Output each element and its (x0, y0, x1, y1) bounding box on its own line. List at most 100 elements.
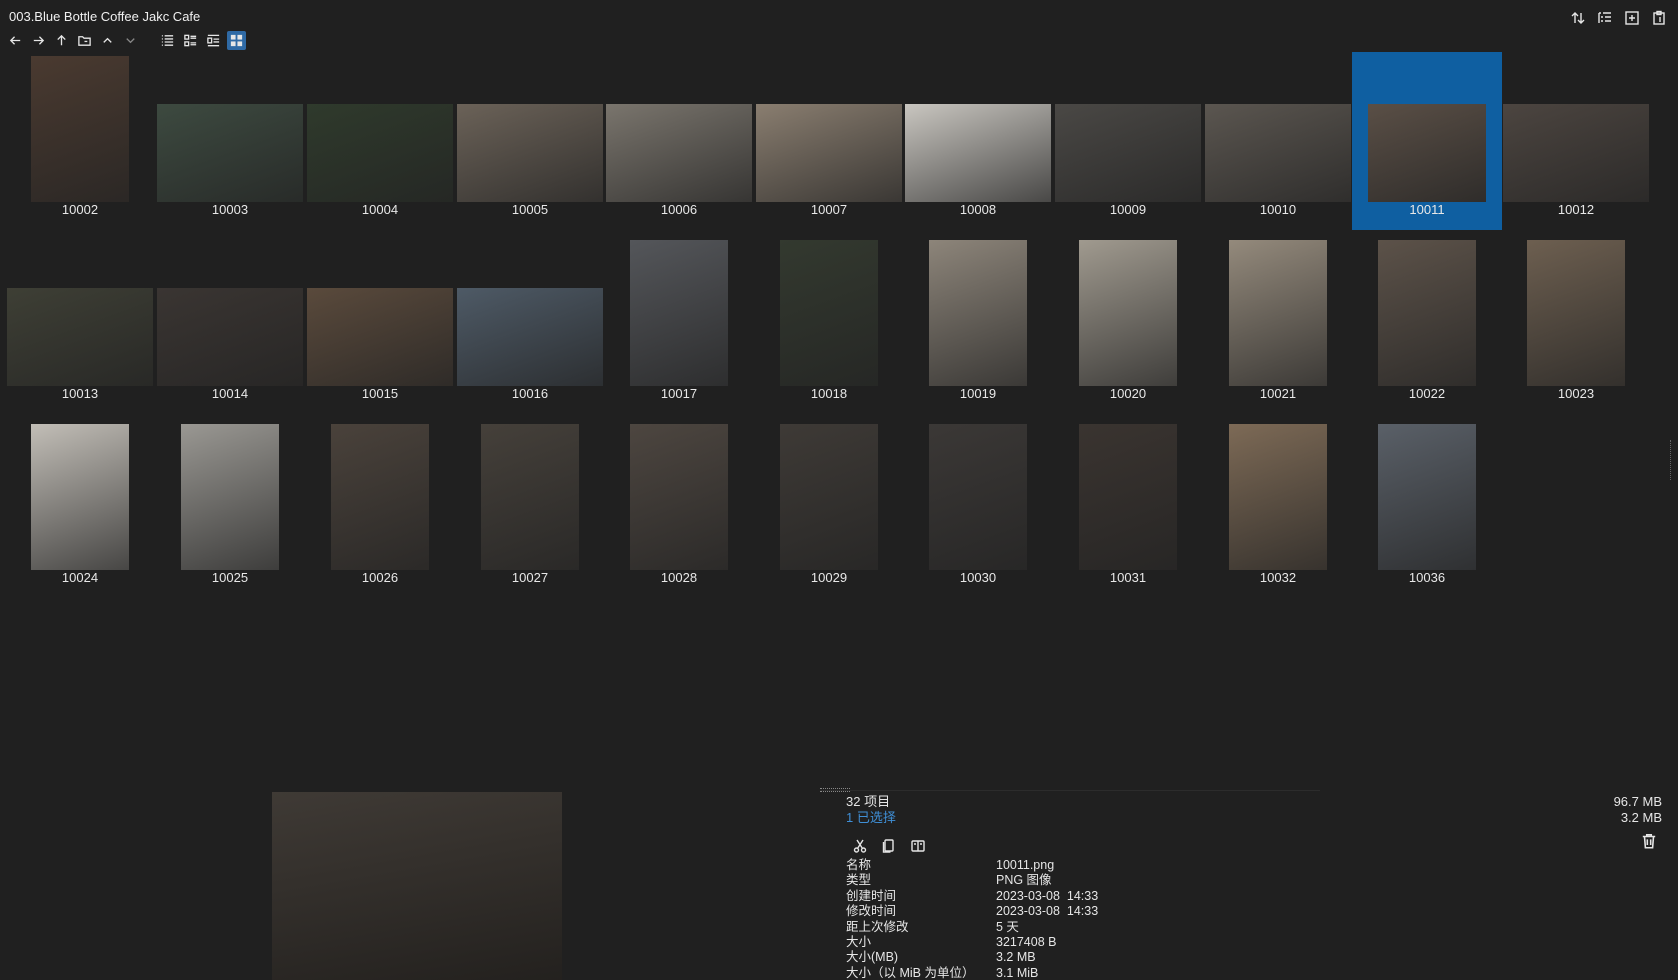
file-thumbnail[interactable]: 10025 (155, 420, 305, 598)
file-name: 10017 (660, 386, 698, 401)
file-thumbnail[interactable]: 10027 (455, 420, 605, 598)
details-view-icon[interactable] (158, 31, 177, 50)
file-name: 10014 (211, 386, 249, 401)
total-size: 96.7 MB (1613, 794, 1662, 809)
file-thumbnail[interactable]: 10031 (1053, 420, 1203, 598)
thumbnail-image (1079, 240, 1177, 386)
top-right-tools (1568, 8, 1668, 27)
navigation-toolbar (6, 30, 246, 50)
file-thumbnail[interactable]: 10002 (5, 52, 155, 230)
file-thumbnail[interactable]: 10020 (1053, 236, 1203, 414)
property-value: 3.1 MiB (996, 965, 1039, 980)
file-thumbnail[interactable]: 10028 (604, 420, 754, 598)
file-thumbnail[interactable]: 10005 (455, 52, 605, 230)
file-thumbnail[interactable]: 10024 (5, 420, 155, 598)
file-name: 10032 (1259, 570, 1297, 585)
file-thumbnail[interactable]: 10023 (1501, 236, 1651, 414)
file-name: 10010 (1259, 202, 1297, 217)
file-name: 10009 (1109, 202, 1147, 217)
chevron-up-icon[interactable] (98, 31, 117, 50)
sort-icon[interactable] (1568, 8, 1587, 27)
file-thumbnail[interactable]: 10012 (1501, 52, 1651, 230)
property-key: 大小(MB) (846, 950, 899, 965)
property-value: 10011.png (996, 858, 1055, 872)
file-thumbnail[interactable]: 10036 (1352, 420, 1502, 598)
file-name: 10026 (361, 570, 399, 585)
up-arrow-icon[interactable] (52, 31, 71, 50)
folder-icon[interactable] (75, 31, 94, 50)
list-icon[interactable] (1595, 8, 1614, 27)
file-thumbnail[interactable]: 10010 (1203, 52, 1353, 230)
property-value: 5 天 (996, 919, 1019, 934)
tiles-view-icon[interactable] (204, 31, 223, 50)
trash-icon[interactable] (1640, 832, 1658, 853)
list-view-icon[interactable] (181, 31, 200, 50)
thumbnail-image (31, 424, 129, 570)
file-thumbnail[interactable]: 10032 (1203, 420, 1353, 598)
copy-icon[interactable] (879, 836, 898, 855)
file-thumbnail[interactable]: 10015 (305, 236, 455, 414)
thumbnail-image (1503, 104, 1649, 202)
file-name: 10011 (1409, 202, 1445, 217)
resize-grip[interactable] (820, 788, 850, 792)
thumbnail-image (929, 240, 1027, 386)
file-name: 10005 (511, 202, 549, 217)
thumbnail-image (780, 424, 878, 570)
chevron-down-icon[interactable] (121, 31, 140, 50)
thumbnail-image (630, 240, 728, 386)
file-thumbnail[interactable]: 10029 (754, 420, 904, 598)
file-thumbnail[interactable]: 10013 (5, 236, 155, 414)
file-thumbnail[interactable]: 10017 (604, 236, 754, 414)
file-thumbnail[interactable]: 10016 (455, 236, 605, 414)
file-name: 10028 (660, 570, 698, 585)
file-thumbnail[interactable]: 10018 (754, 236, 904, 414)
file-thumbnail[interactable]: 10022 (1352, 236, 1502, 414)
cut-icon[interactable] (850, 836, 869, 855)
file-thumbnail[interactable]: 10026 (305, 420, 455, 598)
thumbnail-image (457, 288, 603, 386)
paste-icon[interactable] (908, 836, 927, 855)
clipboard-icon[interactable] (1649, 8, 1668, 27)
thumbnail-image (307, 104, 453, 202)
file-thumbnail[interactable]: 10030 (903, 420, 1053, 598)
file-thumbnail[interactable]: 10014 (155, 236, 305, 414)
back-arrow-icon[interactable] (6, 31, 25, 50)
divider (820, 790, 1320, 791)
thumbnail-image (157, 104, 303, 202)
file-name: 10019 (959, 386, 997, 401)
property-row: 修改时间 2023-03-08 14:33 (846, 904, 1098, 919)
property-key: 类型 (846, 873, 872, 888)
property-row: 名称 10011.png (846, 858, 1098, 873)
property-key: 大小 (846, 935, 872, 950)
file-name: 10003 (211, 202, 249, 217)
property-key: 修改时间 (846, 904, 897, 919)
side-panel-handle[interactable] (1670, 440, 1676, 480)
thumbnail-image (756, 104, 902, 202)
file-thumbnail[interactable]: 10007 (754, 52, 904, 230)
file-thumbnail[interactable]: 10003 (155, 52, 305, 230)
property-value: 2023-03-08 14:33 (996, 888, 1099, 903)
file-name: 10018 (810, 386, 848, 401)
property-value: 2023-03-08 14:33 (996, 904, 1099, 919)
file-thumbnail[interactable]: 10009 (1053, 52, 1203, 230)
thumbnail-image (181, 424, 279, 570)
thumbnail-image (1205, 104, 1351, 202)
forward-arrow-icon[interactable] (29, 31, 48, 50)
grid-view-icon[interactable] (227, 30, 246, 50)
thumbnail-image (481, 424, 579, 570)
property-row: 创建时间 2023-03-08 14:33 (846, 889, 1098, 904)
property-row: 类型 PNG 图像 (846, 873, 1098, 888)
property-key: 距上次修改 (846, 919, 909, 934)
new-window-icon[interactable] (1622, 8, 1641, 27)
properties-list: 名称 10011.png 类型 PNG 图像 创建时间 2023-03-08 14:33 修… (846, 858, 1098, 980)
file-name: 10016 (511, 386, 549, 401)
file-thumbnail[interactable]: 10006 (604, 52, 754, 230)
file-thumbnail[interactable]: 10008 (903, 52, 1053, 230)
file-thumbnail[interactable]: 10019 (903, 236, 1053, 414)
file-name: 10029 (810, 570, 848, 585)
file-thumbnail[interactable]: 10004 (305, 52, 455, 230)
file-thumbnail[interactable]: 10011 (1352, 52, 1502, 230)
selected-count: 1 已选择 (846, 810, 896, 825)
file-thumbnail[interactable]: 10021 (1203, 236, 1353, 414)
file-name: 10006 (660, 202, 698, 217)
